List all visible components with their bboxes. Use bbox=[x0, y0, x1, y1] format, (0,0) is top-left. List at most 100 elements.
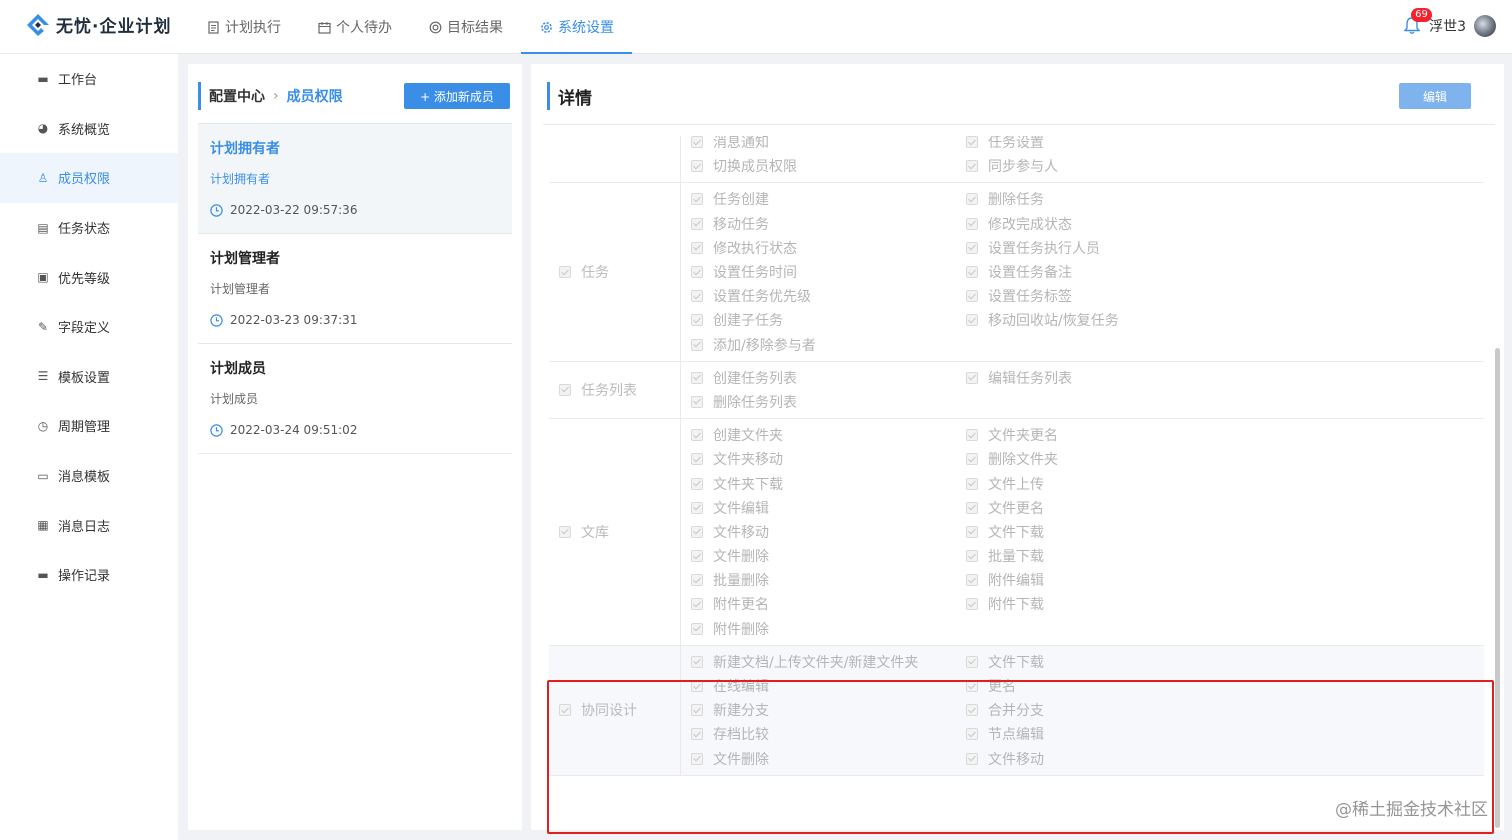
app-logo[interactable]: 无忧·企业计划 bbox=[26, 12, 171, 37]
checkbox[interactable] bbox=[966, 477, 978, 490]
sidebar-item-5[interactable]: ✎ 字段定义 bbox=[0, 302, 178, 352]
permission-item[interactable]: 设置任务标签 bbox=[966, 284, 1241, 308]
nav-tab-0[interactable]: 计划执行 bbox=[188, 0, 299, 54]
permission-item[interactable]: 附件更名 bbox=[691, 592, 966, 616]
checkbox[interactable] bbox=[966, 501, 978, 514]
role-list-item[interactable]: 计划管理者 计划管理者 2022-03-23 09:37:31 bbox=[198, 234, 512, 344]
permission-item[interactable]: 在线编辑 bbox=[691, 674, 966, 698]
checkbox[interactable] bbox=[966, 314, 978, 327]
permission-item[interactable]: 文件移动 bbox=[966, 747, 1241, 771]
scrollbar-thumb[interactable] bbox=[1495, 348, 1500, 828]
edit-button[interactable]: 编辑 bbox=[1399, 83, 1471, 109]
permission-item[interactable]: 删除任务列表 bbox=[691, 390, 966, 414]
sidebar-item-7[interactable]: ◷ 周期管理 bbox=[0, 401, 178, 451]
checkbox[interactable] bbox=[691, 622, 703, 635]
role-list-item[interactable]: 计划拥有者 计划拥有者 2022-03-22 09:57:36 bbox=[198, 124, 512, 234]
permission-item[interactable]: 新建分支 bbox=[691, 698, 966, 722]
permission-item[interactable]: 消息通知 bbox=[691, 136, 966, 154]
permission-item[interactable]: 设置任务时间 bbox=[691, 260, 966, 284]
sidebar-item-9[interactable]: ▦ 消息日志 bbox=[0, 500, 178, 550]
checkbox[interactable] bbox=[966, 371, 978, 384]
permission-item[interactable]: 文件下载 bbox=[966, 650, 1241, 674]
permission-item[interactable]: 创建子任务 bbox=[691, 308, 966, 332]
checkbox[interactable] bbox=[966, 160, 978, 173]
permission-item[interactable]: 文件删除 bbox=[691, 544, 966, 568]
checkbox[interactable] bbox=[691, 525, 703, 538]
sidebar-item-1[interactable]: ◕ 系统概览 bbox=[0, 104, 178, 154]
permission-item[interactable]: 批量删除 bbox=[691, 568, 966, 592]
checkbox[interactable] bbox=[691, 136, 703, 149]
permission-item[interactable]: 切换成员权限 bbox=[691, 154, 966, 178]
permission-item[interactable]: 同步参与人 bbox=[966, 154, 1241, 178]
checkbox[interactable] bbox=[966, 453, 978, 466]
scrollbar[interactable] bbox=[1495, 134, 1501, 828]
permission-item[interactable]: 修改完成状态 bbox=[966, 212, 1241, 236]
sidebar-item-3[interactable]: ▤ 任务状态 bbox=[0, 203, 178, 253]
sidebar-item-10[interactable]: ▬ 操作记录 bbox=[0, 550, 178, 600]
permission-item[interactable]: 文件移动 bbox=[691, 520, 966, 544]
permission-item[interactable]: 编辑任务列表 bbox=[966, 366, 1241, 390]
permission-item[interactable]: 设置任务优先级 bbox=[691, 284, 966, 308]
permission-item[interactable]: 文件更名 bbox=[966, 496, 1241, 520]
checkbox[interactable] bbox=[691, 501, 703, 514]
permission-item[interactable]: 合并分支 bbox=[966, 698, 1241, 722]
checkbox[interactable] bbox=[691, 655, 703, 668]
checkbox[interactable] bbox=[966, 728, 978, 741]
permission-item[interactable]: 任务设置 bbox=[966, 136, 1241, 154]
permission-item[interactable]: 文件编辑 bbox=[691, 496, 966, 520]
checkbox[interactable] bbox=[691, 241, 703, 254]
checkbox[interactable] bbox=[691, 752, 703, 765]
checkbox[interactable] bbox=[966, 525, 978, 538]
permission-item[interactable]: 附件删除 bbox=[691, 617, 966, 641]
permission-item[interactable]: 删除文件夹 bbox=[966, 447, 1241, 471]
permission-item[interactable]: 附件编辑 bbox=[966, 568, 1241, 592]
permission-item[interactable]: 修改执行状态 bbox=[691, 236, 966, 260]
checkbox[interactable] bbox=[691, 550, 703, 563]
sidebar-item-2[interactable]: ♙ 成员权限 bbox=[0, 153, 178, 203]
sidebar-item-4[interactable]: ▣ 优先等级 bbox=[0, 252, 178, 302]
permission-item[interactable]: 新建文档/上传文件夹/新建文件夹 bbox=[691, 650, 966, 674]
breadcrumb-root[interactable]: 配置中心 bbox=[209, 86, 265, 106]
checkbox[interactable] bbox=[966, 680, 978, 693]
bell-icon[interactable]: 69 bbox=[1401, 8, 1432, 42]
permission-item[interactable]: 文件夹下载 bbox=[691, 471, 966, 495]
permission-item[interactable]: 文件删除 bbox=[691, 747, 966, 771]
permission-item[interactable]: 任务创建 bbox=[691, 187, 966, 211]
checkbox[interactable] bbox=[966, 704, 978, 717]
permission-list[interactable]: 消息通知 任务设置 切换成员权限 同步参与人 任务 任务创建 删除任务 移动任务 修改完成状态修… bbox=[549, 136, 1484, 830]
permission-item[interactable]: 文件夹移动 bbox=[691, 447, 966, 471]
checkbox[interactable] bbox=[691, 290, 703, 303]
nav-tab-2[interactable]: 目标结果 bbox=[410, 0, 521, 54]
checkbox[interactable] bbox=[966, 598, 978, 611]
checkbox[interactable] bbox=[691, 395, 703, 408]
permission-item[interactable]: 添加/移除参与者 bbox=[691, 333, 966, 357]
permission-item[interactable]: 创建文件夹 bbox=[691, 423, 966, 447]
permission-item[interactable]: 文件上传 bbox=[966, 471, 1241, 495]
permission-item[interactable]: 移动回收站/恢复任务 bbox=[966, 308, 1241, 332]
nav-tab-1[interactable]: 个人待办 bbox=[299, 0, 410, 54]
user-name[interactable]: 浮世3 bbox=[1429, 16, 1466, 36]
checkbox[interactable] bbox=[966, 217, 978, 230]
sidebar-item-6[interactable]: ☰ 模板设置 bbox=[0, 352, 178, 402]
checkbox[interactable] bbox=[966, 266, 978, 279]
checkbox[interactable] bbox=[559, 383, 571, 396]
permission-item[interactable]: 更名 bbox=[966, 674, 1241, 698]
permission-item[interactable]: 设置任务执行人员 bbox=[966, 236, 1241, 260]
permission-item[interactable]: 存档比较 bbox=[691, 722, 966, 746]
checkbox[interactable] bbox=[966, 193, 978, 206]
permission-item[interactable]: 节点编辑 bbox=[966, 722, 1241, 746]
permission-item[interactable]: 删除任务 bbox=[966, 187, 1241, 211]
permission-item[interactable]: 移动任务 bbox=[691, 212, 966, 236]
checkbox[interactable] bbox=[691, 704, 703, 717]
checkbox[interactable] bbox=[691, 598, 703, 611]
checkbox[interactable] bbox=[559, 525, 571, 538]
checkbox[interactable] bbox=[966, 752, 978, 765]
checkbox[interactable] bbox=[559, 704, 571, 717]
permission-item[interactable]: 文件夹更名 bbox=[966, 423, 1241, 447]
role-list-item[interactable]: 计划成员 计划成员 2022-03-24 09:51:02 bbox=[198, 344, 512, 454]
checkbox[interactable] bbox=[691, 429, 703, 442]
sidebar-item-8[interactable]: ▭ 消息模板 bbox=[0, 451, 178, 501]
checkbox[interactable] bbox=[691, 217, 703, 230]
nav-tab-3[interactable]: 系统设置 bbox=[521, 0, 632, 54]
checkbox[interactable] bbox=[691, 160, 703, 173]
